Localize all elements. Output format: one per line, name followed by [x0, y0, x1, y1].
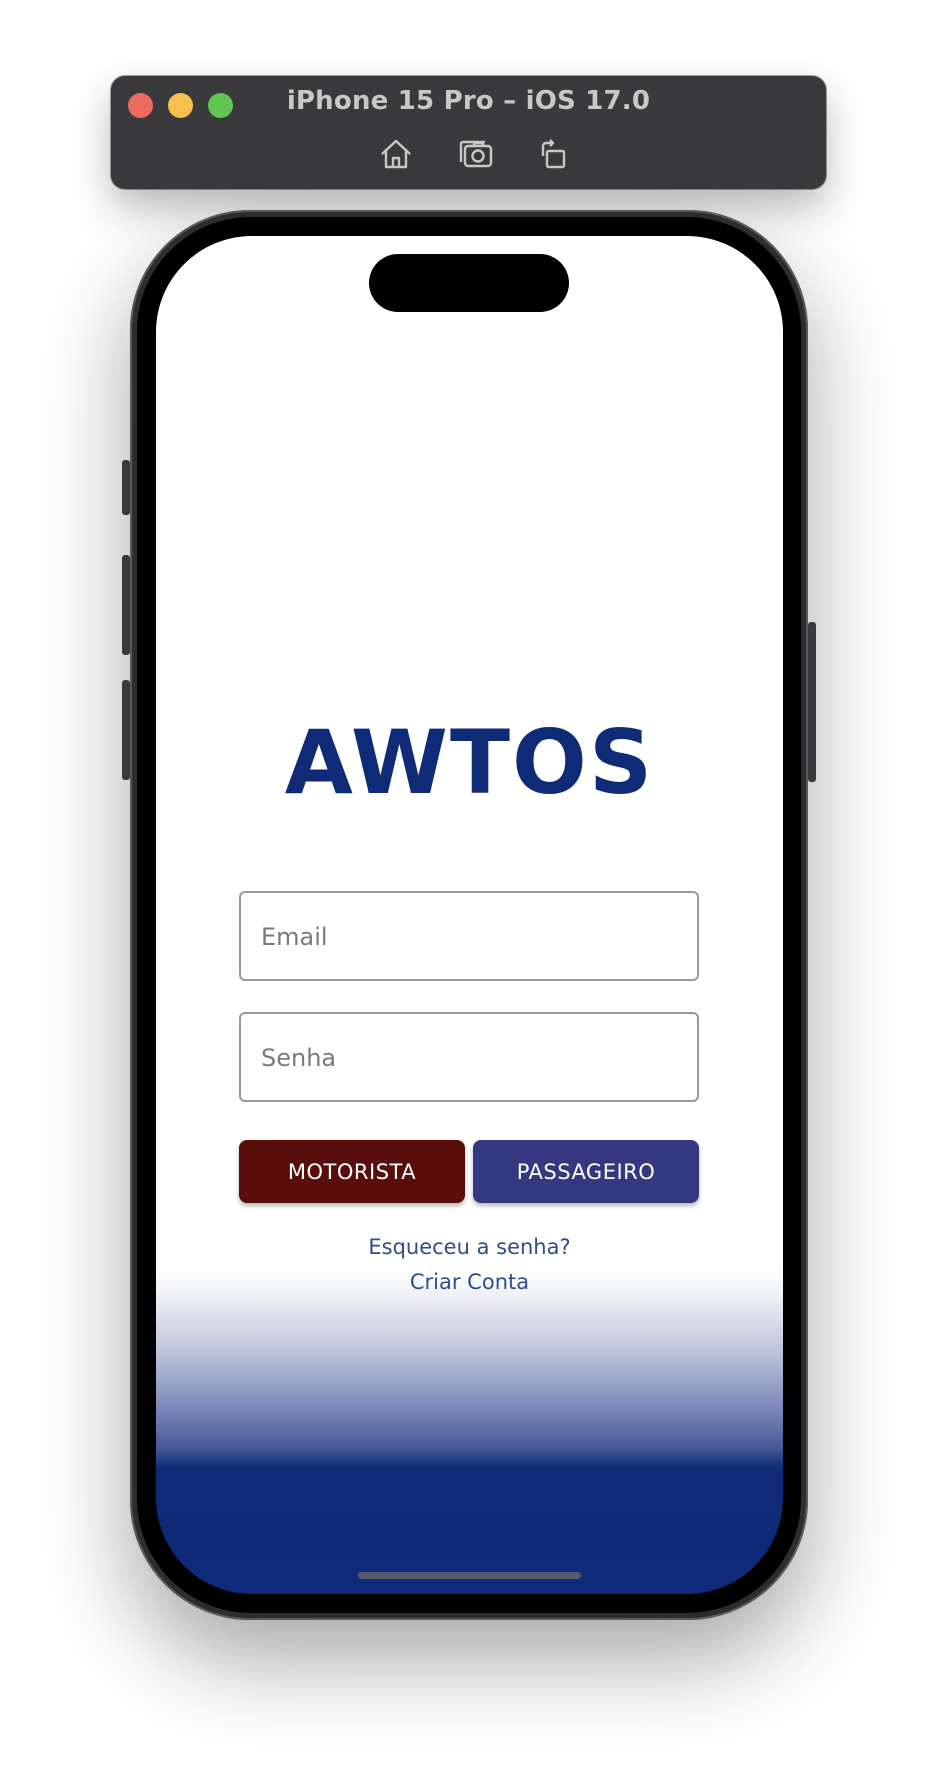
power-button [808, 622, 816, 782]
volume-up-button [122, 555, 130, 655]
email-input[interactable] [259, 893, 683, 981]
app-screen: AWTOS MOTORISTA PASSAGEIRO Esqueceu a se… [156, 236, 783, 1594]
create-account-link[interactable]: Criar Conta [156, 1270, 783, 1294]
home-indicator[interactable] [358, 1572, 581, 1579]
screenshot-icon[interactable] [457, 134, 497, 174]
dynamic-island [369, 254, 569, 312]
forgot-password-link[interactable]: Esqueceu a senha? [156, 1235, 783, 1259]
driver-button[interactable]: MOTORISTA [239, 1140, 465, 1203]
simulator-toolbar [111, 134, 826, 174]
app-logo: AWTOS [284, 711, 655, 814]
password-field[interactable] [239, 1012, 699, 1102]
passenger-button[interactable]: PASSAGEIRO [473, 1140, 699, 1203]
screenshot-root: iPhone 15 Pro – iOS 17.0 AWTOS Email MOT… [0, 0, 938, 1772]
simulator-title: iPhone 15 Pro – iOS 17.0 [286, 86, 651, 116]
rotate-icon[interactable] [533, 134, 573, 174]
password-input[interactable] [259, 1014, 683, 1102]
action-button [122, 460, 130, 515]
volume-down-button [122, 680, 130, 780]
home-icon[interactable] [376, 134, 416, 174]
email-field[interactable] [239, 891, 699, 981]
simulator-title-bar: iPhone 15 Pro – iOS 17.0 [111, 76, 826, 189]
